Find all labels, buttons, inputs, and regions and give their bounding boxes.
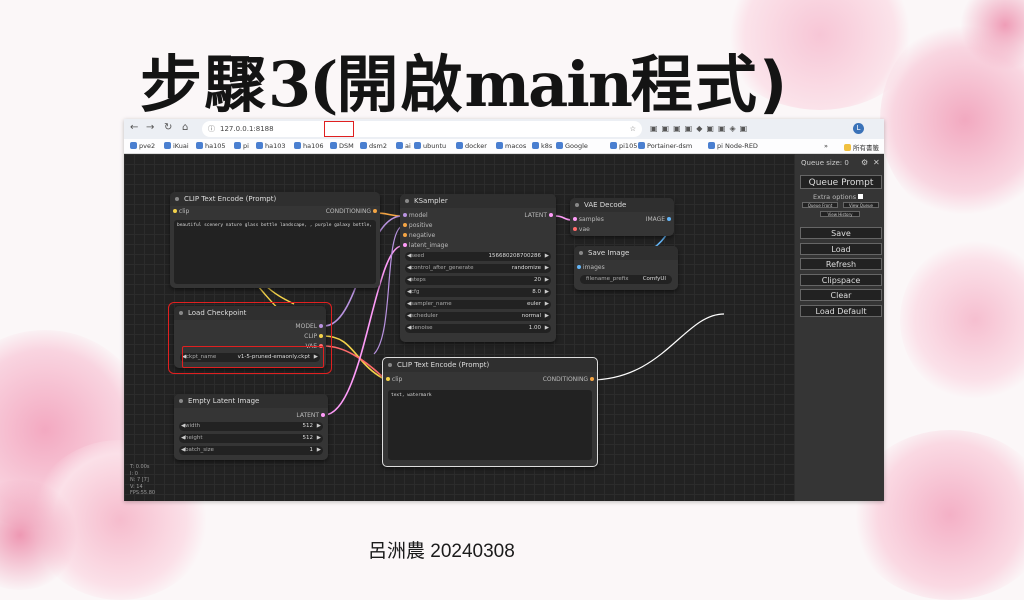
model-input-slot[interactable]: model: [403, 212, 428, 219]
vae-decode-node[interactable]: VAE Decode samples vae IMAGE: [570, 198, 674, 236]
bookmark-item[interactable]: k8s: [532, 142, 552, 150]
clip-text-encode-node-negative[interactable]: CLIP Text Encode (Prompt) clip CONDITION…: [382, 357, 598, 467]
bookmark-item[interactable]: docker: [456, 142, 487, 150]
width-widget[interactable]: ◀ width 512 ▶: [179, 422, 323, 431]
bookmark-item[interactable]: ha103: [256, 142, 286, 150]
vae-input-slot[interactable]: vae: [573, 226, 590, 233]
bookmark-item[interactable]: pi105: [610, 142, 637, 150]
view-history-button[interactable]: View History: [820, 211, 860, 217]
author-date-footer: 呂洲農 20240308: [368, 541, 515, 562]
image-output-slot[interactable]: IMAGE: [646, 216, 671, 223]
clip-input-slot[interactable]: clip: [386, 376, 402, 383]
comfy-menu-panel: Queue size: 0 ⚙ ✕ Queue Prompt Extra opt…: [795, 154, 884, 501]
control-after-generate-widget[interactable]: ◀ control_after_generate randomize ▶: [405, 264, 551, 273]
render-stats: T: 0.00s I: 0 N: 7 [7] V: 14 FPS:55.80: [130, 464, 156, 496]
steps-widget[interactable]: ◀ steps 20 ▶: [405, 276, 551, 285]
node-canvas[interactable]: CLIP Text Encode (Prompt) clip CONDITION…: [124, 154, 795, 501]
clip-input-slot[interactable]: clip: [173, 208, 189, 215]
height-widget[interactable]: ◀ height 512 ▶: [179, 434, 323, 443]
extension-icons[interactable]: ▣▣▣▣◆▣▣◈▣: [650, 124, 751, 133]
bookmark-item[interactable]: pi Node-RED: [708, 142, 758, 150]
node-title: CLIP Text Encode (Prompt): [170, 192, 380, 206]
all-bookmarks[interactable]: 所有書籤: [844, 142, 879, 152]
node-title: VAE Decode: [570, 198, 674, 212]
denoise-widget[interactable]: ◀ denoise 1.00 ▶: [405, 324, 551, 333]
clip-text-encode-node-positive[interactable]: CLIP Text Encode (Prompt) clip CONDITION…: [170, 192, 380, 288]
images-input-slot[interactable]: images: [577, 264, 605, 271]
queue-prompt-button[interactable]: Queue Prompt: [800, 175, 882, 189]
load-button[interactable]: Load: [800, 243, 882, 255]
cfg-widget[interactable]: ◀ cfg 8.0 ▶: [405, 288, 551, 297]
bookmark-item[interactable]: iKuai: [164, 142, 189, 150]
bookmark-item[interactable]: ha105: [196, 142, 226, 150]
bookmark-item[interactable]: Google: [556, 142, 588, 150]
node-title: KSampler: [400, 194, 556, 208]
bookmark-item[interactable]: ai: [396, 142, 411, 150]
bookmark-item[interactable]: Portainer-dsm: [638, 142, 692, 150]
prompt-textarea[interactable]: beautiful scenery nature glass bottle la…: [174, 220, 376, 284]
home-icon[interactable]: ⌂: [182, 122, 188, 133]
slide-title: 步驟3(開啟main程式): [140, 48, 790, 121]
address-bar[interactable]: ⓘ 127.0.0.1:8188 ☆: [202, 121, 642, 137]
positive-input-slot[interactable]: positive: [403, 222, 432, 229]
prompt-textarea[interactable]: text, watermark: [388, 390, 592, 460]
conditioning-output-slot[interactable]: CONDITIONING: [326, 208, 377, 215]
negative-input-slot[interactable]: negative: [403, 232, 435, 239]
samples-input-slot[interactable]: samples: [573, 216, 604, 223]
clipspace-button[interactable]: Clipspace: [800, 274, 882, 286]
latent-output-slot[interactable]: LATENT: [524, 212, 553, 219]
extra-options-checkbox[interactable]: [858, 194, 864, 199]
bookmark-item[interactable]: pve2: [130, 142, 155, 150]
bookmark-item[interactable]: ubuntu: [414, 142, 446, 150]
gear-icon[interactable]: ⚙: [861, 158, 868, 167]
save-image-node[interactable]: Save Image images filename_prefix ComfyUI: [574, 246, 678, 290]
node-title: CLIP Text Encode (Prompt): [383, 358, 597, 372]
latent-image-input-slot[interactable]: latent_image: [403, 242, 448, 249]
bookmarks-bar: pve2 iKuai ha105 pi ha103 ha106 DSM dsm2…: [124, 139, 884, 154]
browser-toolbar: ← → ↻ ⌂ ⓘ 127.0.0.1:8188 ☆ ▣▣▣▣◆▣▣◈▣ L: [124, 119, 884, 139]
latent-output-slot[interactable]: LATENT: [296, 412, 325, 419]
batch-size-widget[interactable]: ◀ batch_size 1 ▶: [179, 446, 323, 455]
node-title: Save Image: [574, 246, 678, 260]
bookmark-item[interactable]: macos: [496, 142, 526, 150]
empty-latent-image-node[interactable]: Empty Latent Image LATENT ◀ width 512 ▶ ◀ he…: [174, 394, 328, 460]
avatar[interactable]: L: [853, 123, 864, 134]
close-icon[interactable]: ✕: [873, 158, 880, 167]
view-queue-button[interactable]: View Queue: [843, 202, 879, 208]
node-title: Empty Latent Image: [174, 394, 328, 408]
bookmark-item[interactable]: ha106: [294, 142, 324, 150]
site-info-icon: ⓘ: [208, 125, 215, 133]
comfyui-screenshot: ← → ↻ ⌂ ⓘ 127.0.0.1:8188 ☆ ▣▣▣▣◆▣▣◈▣ L p…: [124, 119, 884, 501]
port-highlight-box: [324, 121, 354, 137]
refresh-button[interactable]: Refresh: [800, 258, 882, 270]
extra-options-label[interactable]: Extra options: [813, 193, 864, 201]
conditioning-output-slot[interactable]: CONDITIONING: [543, 376, 594, 383]
bookmark-star-icon[interactable]: ☆: [630, 121, 636, 137]
sampler-name-widget[interactable]: ◀ sampler_name euler ▶: [405, 300, 551, 309]
queue-front-button[interactable]: Queue Front: [802, 202, 838, 208]
bookmark-item[interactable]: dsm2: [360, 142, 387, 150]
save-button[interactable]: Save: [800, 227, 882, 239]
seed-widget[interactable]: ◀ seed 156680208700286 ▶: [405, 252, 551, 261]
forward-icon[interactable]: →: [146, 122, 154, 133]
load-default-button[interactable]: Load Default: [800, 305, 882, 317]
ksampler-node[interactable]: KSampler model positive negative latent_…: [400, 194, 556, 342]
scheduler-widget[interactable]: ◀ scheduler normal ▶: [405, 312, 551, 321]
bookmark-item[interactable]: DSM: [330, 142, 354, 150]
filename-prefix-widget[interactable]: filename_prefix ComfyUI: [580, 275, 672, 284]
url-text: 127.0.0.1:8188: [220, 125, 274, 133]
bookmarks-overflow[interactable]: »: [824, 142, 828, 150]
back-icon[interactable]: ←: [130, 122, 138, 133]
queue-size-label: Queue size: 0: [801, 159, 849, 167]
ckpt-name-highlight-box: [182, 346, 324, 368]
clear-button[interactable]: Clear: [800, 289, 882, 301]
bookmark-item[interactable]: pi: [234, 142, 249, 150]
reload-icon[interactable]: ↻: [164, 122, 172, 133]
